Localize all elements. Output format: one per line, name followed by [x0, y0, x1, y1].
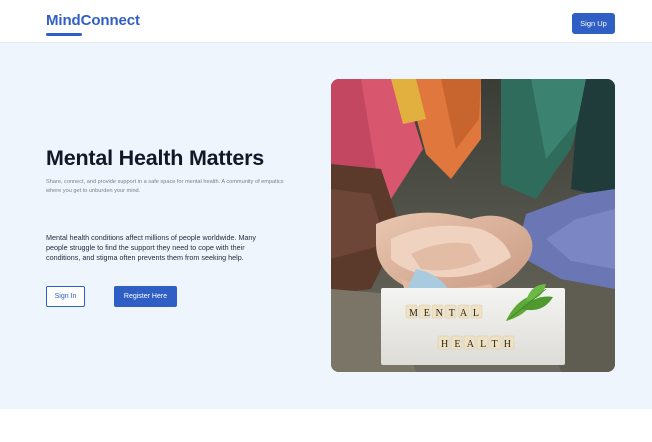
stacked-hands-photo: MENTAL HEALTH [331, 79, 615, 372]
top-navbar: MindConnect Sign Up [0, 0, 652, 43]
hero-subtitle: Share, connect, and provide support in a… [46, 179, 284, 194]
brand-logo[interactable]: MindConnect [46, 12, 140, 29]
register-button[interactable]: Register Here [114, 286, 177, 307]
page-footer-band [0, 409, 652, 442]
hero-title: Mental Health Matters [46, 146, 265, 170]
hero-image: MENTAL HEALTH [331, 79, 615, 372]
sign-in-button[interactable]: Sign In [46, 286, 85, 307]
logo-underline [46, 33, 82, 36]
sign-up-button[interactable]: Sign Up [572, 13, 615, 34]
hero-description: Mental health conditions affect millions… [46, 233, 257, 262]
